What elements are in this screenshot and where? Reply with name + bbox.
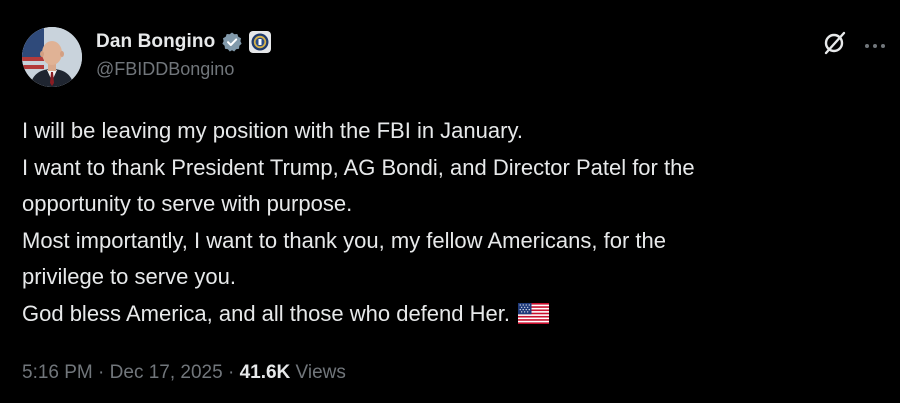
display-name[interactable]: Dan Bongino: [96, 31, 215, 53]
tweet-line: privilege to serve you.: [22, 264, 236, 289]
meta-separator: ·: [92, 362, 110, 383]
handle[interactable]: @FBIDDBongino: [96, 59, 234, 80]
tweet-text: I will be leaving my position with the F…: [22, 113, 882, 332]
more-options-icon[interactable]: [863, 38, 887, 48]
avatar-portrait: [22, 27, 82, 87]
fbi-seal-icon[interactable]: [249, 31, 272, 53]
tweet-line-last: God bless America, and all those who def…: [22, 296, 882, 333]
avatar[interactable]: [22, 27, 82, 87]
views-label: Views: [290, 362, 346, 383]
tweet-line: I want to thank President Trump, AG Bond…: [22, 154, 695, 180]
meta-separator: ·: [222, 362, 240, 383]
views-count[interactable]: 41.6K: [240, 362, 291, 383]
verified-badge-icon[interactable]: [221, 31, 243, 53]
tweet-meta: 5:16 PM · Dec 17, 2025 · 41.6K Views: [22, 362, 346, 384]
author-name-row: Dan Bongino: [96, 29, 272, 55]
tweet-line: Most importantly, I want to thank you, m…: [22, 227, 666, 253]
tweet-date[interactable]: Dec 17, 2025: [110, 362, 223, 383]
us-flag-emoji: [517, 299, 549, 324]
tweet-line: God bless America, and all those who def…: [22, 300, 510, 326]
grok-icon[interactable]: [822, 30, 848, 56]
tweet-card: Dan Bongino @FBIDDBongino I will be leav…: [0, 0, 900, 403]
tweet-line: I will be leaving my position with the F…: [22, 118, 523, 143]
tweet-line: opportunity to serve with purpose.: [22, 191, 353, 216]
tweet-time[interactable]: 5:16 PM: [22, 362, 93, 383]
